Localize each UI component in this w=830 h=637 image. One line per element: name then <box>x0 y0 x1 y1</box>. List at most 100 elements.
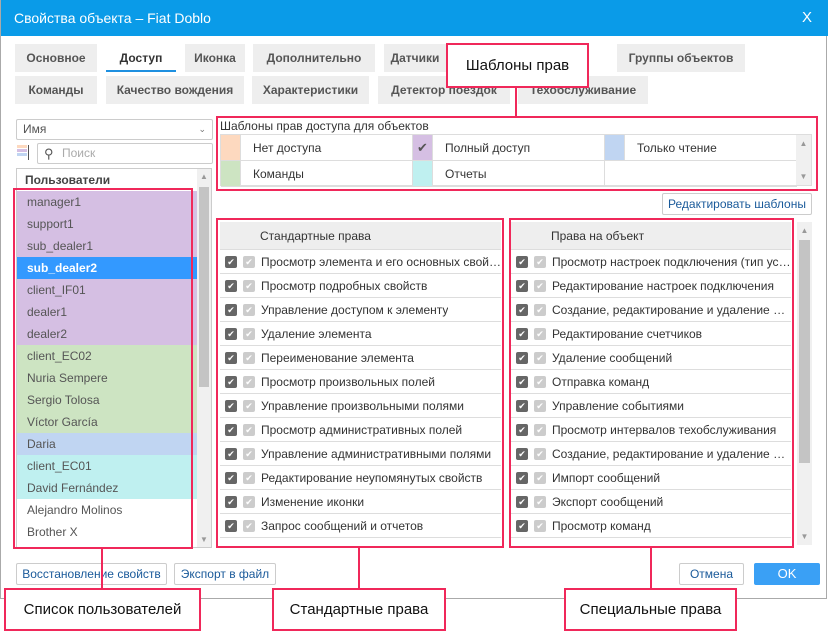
user-list-item[interactable]: Víctor García <box>17 411 197 433</box>
checkbox-template[interactable]: ✔ <box>243 423 255 436</box>
checkbox-template[interactable]: ✔ <box>534 399 546 412</box>
tab-дополнительно[interactable]: Дополнительно <box>253 44 375 72</box>
tab-иконка[interactable]: Иконка <box>185 44 245 72</box>
cancel-button[interactable]: Отмена <box>679 563 744 585</box>
right-label: Управление административными полями <box>261 446 492 461</box>
user-list-item[interactable]: client_EC01 <box>17 455 197 477</box>
tab-команды[interactable]: Команды <box>15 76 97 104</box>
checkbox-template[interactable]: ✔ <box>243 351 255 364</box>
template-swatch[interactable]: ✔ <box>413 135 433 161</box>
checkbox-template[interactable]: ✔ <box>534 327 546 340</box>
sort-select[interactable]: Имя ⌄ <box>16 119 213 140</box>
checkbox-allowed[interactable]: ✔ <box>225 519 237 532</box>
user-list-item[interactable]: Brother X <box>17 521 197 543</box>
sort-by-template-icon[interactable] <box>17 145 31 163</box>
checkbox-template[interactable]: ✔ <box>243 375 255 388</box>
right-row: ✔ ✔ Редактирование неупомянутых свойств <box>220 466 501 490</box>
ok-button[interactable]: OK <box>754 563 820 585</box>
template-item[interactable]: Полный доступ <box>433 135 605 161</box>
checkbox-allowed[interactable]: ✔ <box>516 399 528 412</box>
checkbox-template[interactable]: ✔ <box>534 375 546 388</box>
tab-характеристики[interactable]: Характеристики <box>252 76 369 104</box>
checkbox-allowed[interactable]: ✔ <box>516 279 528 292</box>
export-to-file-button[interactable]: Экспорт в файл <box>174 563 276 585</box>
checkbox-template[interactable]: ✔ <box>243 279 255 292</box>
checkbox-allowed[interactable]: ✔ <box>225 399 237 412</box>
checkbox-template[interactable]: ✔ <box>534 495 546 508</box>
checkbox-allowed[interactable]: ✔ <box>516 327 528 340</box>
checkbox-allowed[interactable]: ✔ <box>516 375 528 388</box>
checkbox-allowed[interactable]: ✔ <box>516 495 528 508</box>
template-item[interactable]: Отчеты <box>433 161 605 187</box>
checkbox-template[interactable]: ✔ <box>534 447 546 460</box>
checkbox-allowed[interactable]: ✔ <box>225 327 237 340</box>
user-list-item[interactable]: David Fernández <box>17 477 197 499</box>
tab-датчики[interactable]: Датчики <box>384 44 446 72</box>
checkbox-template[interactable]: ✔ <box>534 423 546 436</box>
templates-title: Шаблоны прав доступа для объектов <box>220 119 429 133</box>
checkbox-allowed[interactable]: ✔ <box>225 423 237 436</box>
checkbox-allowed[interactable]: ✔ <box>516 447 528 460</box>
user-list-item[interactable]: support1 <box>17 213 197 235</box>
edit-templates-button[interactable]: Редактировать шаблоны <box>662 193 812 215</box>
tab-основное[interactable]: Основное <box>15 44 97 72</box>
user-list-item[interactable]: Nuria Sempere <box>17 367 197 389</box>
user-list-item[interactable]: Alejandro Molinos <box>17 499 197 521</box>
checkbox-allowed[interactable]: ✔ <box>225 303 237 316</box>
template-swatch[interactable] <box>413 161 433 187</box>
users-scrollbar[interactable]: ▲ ▼ <box>197 169 211 547</box>
checkbox-allowed[interactable]: ✔ <box>225 255 237 268</box>
users-list-header: Пользователи <box>25 173 111 187</box>
user-list-item[interactable]: Sergio Tolosa <box>17 389 197 411</box>
user-list-item[interactable]: client_EC02 <box>17 345 197 367</box>
template-swatch[interactable] <box>605 135 625 161</box>
checkbox-template[interactable]: ✔ <box>534 279 546 292</box>
close-icon[interactable]: X <box>802 0 812 36</box>
templates-scrollbar[interactable]: ▲ ▼ <box>796 135 811 185</box>
checkbox-allowed[interactable]: ✔ <box>225 375 237 388</box>
checkbox-allowed[interactable]: ✔ <box>225 351 237 364</box>
checkbox-template[interactable]: ✔ <box>243 519 255 532</box>
user-list-item[interactable]: Daria <box>17 433 197 455</box>
user-list-item[interactable]: dealer1 <box>17 301 197 323</box>
object-rights-header: Права на объект <box>511 222 791 250</box>
checkbox-allowed[interactable]: ✔ <box>516 351 528 364</box>
checkbox-allowed[interactable]: ✔ <box>516 255 528 268</box>
checkbox-template[interactable]: ✔ <box>243 303 255 316</box>
checkbox-template[interactable]: ✔ <box>534 471 546 484</box>
checkbox-allowed[interactable]: ✔ <box>516 303 528 316</box>
tab-группы-объектов[interactable]: Группы объектов <box>617 44 745 72</box>
checkbox-template[interactable]: ✔ <box>243 399 255 412</box>
checkbox-template[interactable]: ✔ <box>243 255 255 268</box>
checkbox-allowed[interactable]: ✔ <box>225 471 237 484</box>
checkbox-template[interactable]: ✔ <box>243 471 255 484</box>
template-swatch[interactable] <box>221 135 241 161</box>
restore-properties-button[interactable]: Восстановление свойств <box>16 563 167 585</box>
checkbox-allowed[interactable]: ✔ <box>225 279 237 292</box>
checkbox-template[interactable]: ✔ <box>243 495 255 508</box>
template-item[interactable]: Только чтение <box>625 135 797 161</box>
checkbox-template[interactable]: ✔ <box>534 303 546 316</box>
template-swatch[interactable] <box>221 161 241 187</box>
search-input[interactable]: ⚲ Поиск <box>37 143 213 164</box>
checkbox-template[interactable]: ✔ <box>534 351 546 364</box>
user-list-item[interactable]: dealer2 <box>17 323 197 345</box>
tab-качество-вождения[interactable]: Качество вождения <box>106 76 244 104</box>
template-item[interactable]: Команды <box>241 161 413 187</box>
user-list-item[interactable]: manager1 <box>17 191 197 213</box>
checkbox-allowed[interactable]: ✔ <box>225 447 237 460</box>
checkbox-allowed[interactable]: ✔ <box>516 519 528 532</box>
checkbox-allowed[interactable]: ✔ <box>516 423 528 436</box>
user-list-item[interactable]: client_IF01 <box>17 279 197 301</box>
user-list-item[interactable]: sub_dealer2 <box>17 257 197 279</box>
checkbox-template[interactable]: ✔ <box>243 447 255 460</box>
checkbox-allowed[interactable]: ✔ <box>225 495 237 508</box>
user-list-item[interactable]: sub_dealer1 <box>17 235 197 257</box>
rights-scrollbar[interactable]: ▲ ▼ <box>797 222 812 545</box>
template-item[interactable]: Нет доступа <box>241 135 413 161</box>
tab-доступ[interactable]: Доступ <box>106 44 176 72</box>
checkbox-template[interactable]: ✔ <box>534 519 546 532</box>
checkbox-template[interactable]: ✔ <box>534 255 546 268</box>
checkbox-allowed[interactable]: ✔ <box>516 471 528 484</box>
checkbox-template[interactable]: ✔ <box>243 327 255 340</box>
